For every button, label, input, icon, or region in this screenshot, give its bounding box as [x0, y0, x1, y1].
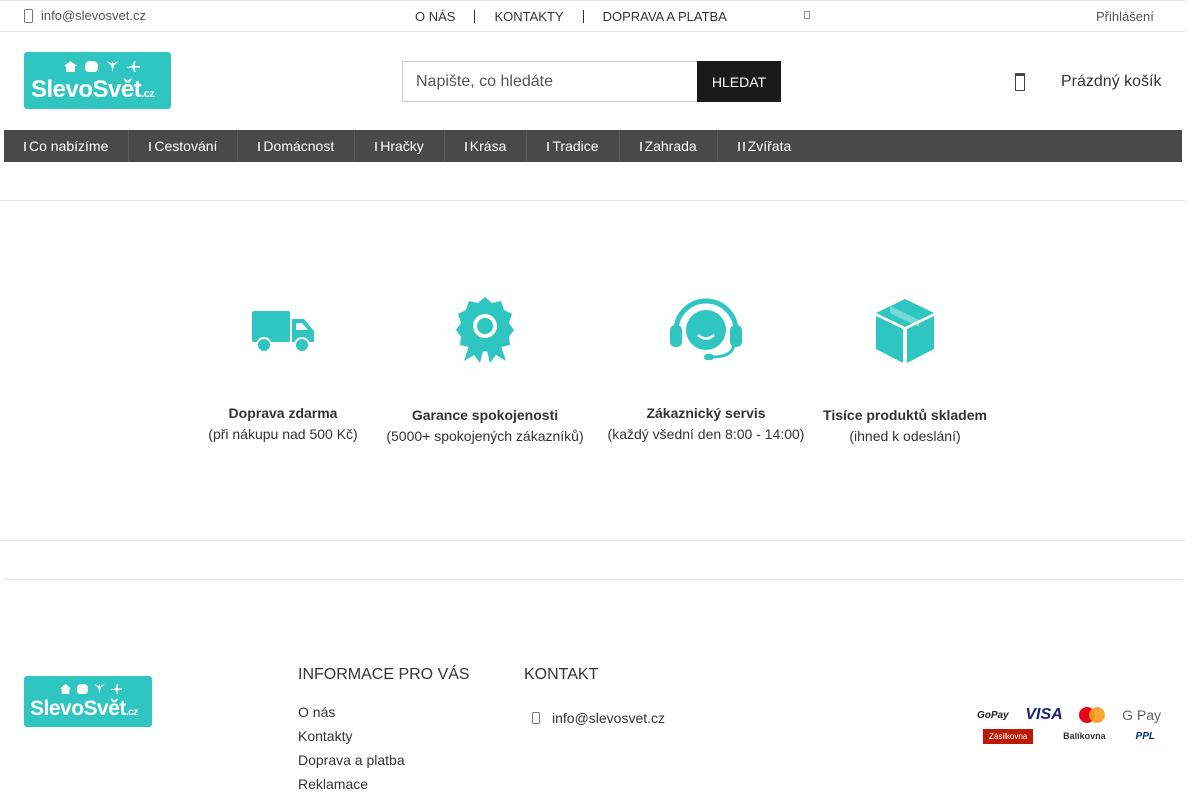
category-cestovani[interactable]: Cestování: [129, 130, 239, 162]
award-icon: [456, 297, 514, 363]
house-icon: [64, 61, 77, 72]
search-form: HLEDAT: [402, 61, 781, 102]
teddy-bear-icon: [77, 684, 88, 694]
plane-icon: [127, 61, 140, 72]
feature-title: Doprava zdarma: [228, 405, 338, 421]
top-nav-contacts[interactable]: Kontakty: [494, 9, 563, 24]
ppl-logo: PPL: [1135, 730, 1155, 742]
truck-icon: [252, 311, 314, 353]
missing-glyph-icon: [804, 11, 810, 19]
footer-contact-title: KONTAKT: [524, 666, 599, 683]
footer-logo[interactable]: SlevoSvět.cz: [24, 676, 152, 727]
feature-shipping: Doprava zdarma (při nákupu nad 500 Kč): [173, 297, 393, 442]
plant-icon: [94, 684, 105, 694]
top-nav-separator: [474, 10, 476, 23]
top-nav-shipping[interactable]: Doprava a platba: [603, 9, 727, 24]
plane-icon: [111, 684, 122, 694]
category-icon: [258, 141, 261, 151]
feature-title: Zákaznický servis: [646, 405, 766, 421]
zasilkovna-logo: Zásilkovna: [983, 728, 1034, 744]
balikovna-logo: Balíkovna: [1063, 731, 1106, 741]
logo-text: SlevoSvět.cz: [31, 76, 155, 103]
feature-subtitle: (ihned k odeslání): [849, 428, 961, 444]
top-nav-about[interactable]: O nás: [415, 9, 455, 24]
house-icon: [60, 684, 71, 694]
footer-link-complaints[interactable]: Reklamace: [298, 776, 470, 792]
payment-logos: GoPay VISA G Pay Zásilkovna Balíkovna PP…: [977, 705, 1161, 745]
category-icon: [375, 141, 378, 151]
category-zvirata[interactable]: Zvířata: [718, 130, 812, 162]
feature-subtitle: (každý všední den 8:00 - 14:00): [607, 426, 805, 442]
category-icon: [547, 141, 550, 151]
search-input[interactable]: [402, 61, 697, 102]
footer-link-contacts[interactable]: Kontakty: [298, 728, 470, 744]
gopay-logo: GoPay: [977, 709, 1009, 721]
footer-link-shipping[interactable]: Doprava a platba: [298, 752, 470, 768]
site-logo[interactable]: SlevoSvět.cz: [24, 52, 171, 109]
category-icon: [149, 141, 152, 151]
category-domacnost[interactable]: Domácnost: [238, 130, 356, 162]
logo-text: SlevoSvět.cz: [30, 697, 138, 720]
category-icon: [464, 141, 467, 151]
feature-satisfaction: Garance spokojenosti (5000+ spokojených …: [375, 297, 595, 444]
top-nav: O nás Kontakty Doprava a platba: [415, 9, 727, 24]
logo-icons: [64, 61, 140, 72]
category-hracky[interactable]: Hračky: [355, 130, 445, 162]
logo-icons: [60, 684, 122, 694]
category-nav: Co nabízíme Cestování Domácnost Hračky K…: [4, 130, 1182, 162]
login-link[interactable]: Přihlášení: [1096, 9, 1154, 24]
footer-link-about[interactable]: O nás: [298, 704, 470, 720]
category-tradice[interactable]: Tradice: [527, 130, 620, 162]
feature-subtitle: (5000+ spokojených zákazníků): [386, 428, 584, 444]
divider: [4, 579, 1182, 580]
phone-icon: [532, 712, 540, 724]
visa-logo: VISA: [1025, 706, 1063, 723]
box-icon: [876, 299, 934, 363]
top-email[interactable]: info@slevosvet.cz: [24, 8, 146, 23]
feature-title: Tisíce produktů skladem: [823, 407, 987, 423]
cart-icon[interactable]: [1015, 73, 1025, 91]
category-icon: [24, 141, 26, 151]
mastercard-logo: [1079, 707, 1106, 723]
category-icon: [737, 141, 740, 151]
category-co-nabizime[interactable]: Co nabízíme: [4, 130, 130, 162]
phone-icon: [24, 8, 33, 23]
cart-label[interactable]: Prázdný košík: [1061, 73, 1161, 91]
top-bar: info@slevosvet.cz O nás Kontakty Doprava…: [0, 0, 1185, 32]
footer-info-title: INFORMACE PRO VÁS: [298, 666, 470, 683]
feature-title: Garance spokojenosti: [411, 407, 559, 423]
footer-contact-email[interactable]: info@slevosvet.cz: [524, 710, 665, 726]
footer-contact: KONTAKT info@slevosvet.cz: [524, 666, 665, 726]
feature-customer-service: Zákaznický servis (každý všední den 8:00…: [596, 297, 816, 442]
search-button[interactable]: HLEDAT: [697, 61, 781, 102]
headset-icon: [670, 298, 742, 360]
category-icon: [639, 141, 642, 151]
footer-info: INFORMACE PRO VÁS O nás Kontakty Doprava…: [298, 666, 470, 792]
plant-icon: [106, 61, 119, 72]
feature-subtitle: (při nákupu nad 500 Kč): [208, 426, 358, 442]
category-krasa[interactable]: Krása: [445, 130, 528, 162]
google-pay-logo: G Pay: [1122, 707, 1161, 723]
top-email-text: info@slevosvet.cz: [41, 8, 146, 23]
feature-stock: Tisíce produktů skladem (ihned k odeslán…: [795, 297, 1015, 444]
top-nav-separator: [582, 10, 584, 23]
category-icon: [742, 141, 745, 151]
features-section: Doprava zdarma (při nákupu nad 500 Kč) G…: [0, 200, 1185, 541]
category-zahrada[interactable]: Zahrada: [620, 130, 718, 162]
teddy-bear-icon: [85, 61, 98, 72]
